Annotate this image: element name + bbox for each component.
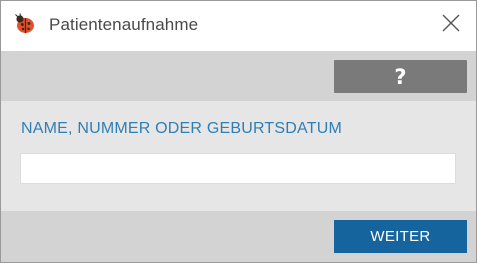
form-panel: NAME, NUMMER ODER GEBURTSDATUM — [1, 101, 476, 211]
close-icon — [442, 14, 460, 37]
toolbar: ? — [1, 51, 476, 101]
next-button[interactable]: WEITER — [334, 220, 467, 253]
footer-bar: WEITER — [1, 211, 476, 262]
help-button-label: ? — [394, 64, 407, 89]
search-field-label: NAME, NUMMER ODER GEBURTSDATUM — [21, 120, 342, 137]
dialog-window: Patientenaufnahme ? NAME, NUMMER ODER GE… — [0, 0, 477, 263]
ladybug-logo-icon — [14, 13, 36, 35]
close-button[interactable] — [437, 11, 465, 39]
help-button[interactable]: ? — [334, 60, 467, 93]
patient-search-input[interactable] — [20, 153, 456, 184]
next-button-label: WEITER — [370, 228, 431, 245]
title-bar: Patientenaufnahme — [1, 1, 476, 51]
window-title: Patientenaufnahme — [49, 15, 199, 34]
